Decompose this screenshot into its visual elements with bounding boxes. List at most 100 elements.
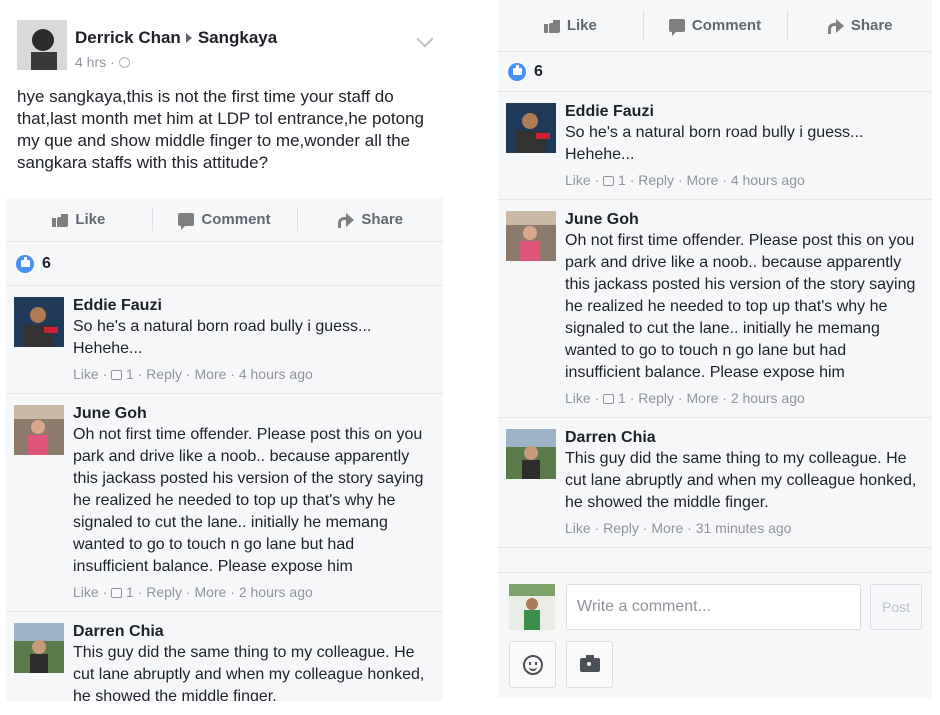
- post-author-name[interactable]: Derrick Chan: [75, 28, 181, 47]
- comment-text: So he's a natural born road bully i gues…: [73, 318, 372, 357]
- comment-button[interactable]: Comment: [642, 0, 788, 51]
- share-label: Share: [850, 17, 893, 34]
- share-label: Share: [361, 211, 404, 228]
- comment-meta: Like · 1 · Reply · More · 4 hours ago: [73, 365, 433, 383]
- post-target-page[interactable]: Sangkaya: [198, 28, 277, 47]
- comment-text: Oh not first time offender. Please post …: [565, 232, 916, 381]
- comment-more-link[interactable]: More ·: [651, 520, 691, 536]
- comment-like-link[interactable]: Like ·: [565, 172, 599, 188]
- commenter-avatar[interactable]: [506, 103, 556, 153]
- comment-more-link[interactable]: More ·: [687, 172, 727, 188]
- thumb-up-icon: [52, 212, 69, 227]
- comment-reply-link[interactable]: Reply ·: [146, 584, 190, 600]
- commenter-name[interactable]: June Goh: [565, 210, 922, 230]
- reaction-count: 6: [42, 254, 51, 272]
- comment-reply-link[interactable]: Reply ·: [146, 366, 190, 382]
- emoji-button[interactable]: [509, 641, 556, 688]
- globe-icon: [118, 57, 130, 68]
- comment-button[interactable]: Comment: [151, 198, 298, 241]
- comment-meta: Like · Reply · More · 31 minutes ago: [565, 519, 922, 537]
- comment-bubble-icon: [668, 19, 685, 36]
- reaction-summary[interactable]: 6: [498, 52, 932, 92]
- comment-meta: Like · 1 · Reply · More · 4 hours ago: [565, 171, 922, 189]
- commenter-avatar[interactable]: [506, 429, 556, 479]
- share-button[interactable]: Share: [297, 198, 443, 241]
- like-label: Like: [566, 17, 597, 34]
- comment-item: Darren Chia This guy did the same thing …: [498, 418, 932, 548]
- comment-like-link[interactable]: Like ·: [73, 584, 107, 600]
- share-arrow-icon: [337, 212, 355, 228]
- commenter-avatar[interactable]: [14, 405, 64, 455]
- comment-time[interactable]: 2 hours ago: [239, 584, 313, 600]
- comment-item: Darren Chia This guy did the same thing …: [6, 612, 443, 701]
- like-button[interactable]: Like: [6, 198, 152, 241]
- comment-like-count: 1 ·: [126, 366, 143, 382]
- comment-like-count: 1 ·: [126, 584, 143, 600]
- commenter-name[interactable]: Eddie Fauzi: [565, 102, 922, 122]
- chevron-down-icon[interactable]: [416, 30, 434, 48]
- comment-time[interactable]: 31 minutes ago: [696, 520, 792, 536]
- comment-like-link[interactable]: Like ·: [565, 390, 599, 406]
- like-button[interactable]: Like: [498, 0, 643, 51]
- like-count-icon: [603, 394, 615, 404]
- comment-reply-link[interactable]: Reply ·: [638, 172, 682, 188]
- reaction-count: 6: [534, 62, 543, 80]
- smiley-icon: [522, 654, 543, 675]
- commenter-name[interactable]: Eddie Fauzi: [73, 296, 433, 316]
- like-count-icon: [111, 370, 123, 380]
- comment-reply-link[interactable]: Reply ·: [638, 390, 682, 406]
- arrow-right-icon: [185, 33, 192, 44]
- comment-bubble-icon: [178, 213, 195, 230]
- like-reaction-icon: [16, 254, 34, 273]
- like-count-icon: [111, 588, 123, 598]
- comment-item: June Goh Oh not first time offender. Ple…: [6, 394, 443, 612]
- right-screenshot: Like Comment Share 6 Eddie Fauzi So he's…: [498, 0, 932, 698]
- reaction-summary[interactable]: 6: [6, 242, 443, 286]
- comment-more-link[interactable]: More ·: [195, 584, 235, 600]
- like-label: Like: [75, 211, 106, 228]
- post-author-avatar[interactable]: [17, 20, 67, 70]
- like-reaction-icon: [508, 62, 526, 81]
- comment-meta: Like · 1 · Reply · More · 2 hours ago: [565, 389, 922, 407]
- camera-icon: [579, 654, 600, 672]
- comment-like-link[interactable]: Like ·: [565, 520, 599, 536]
- comment-reply-link[interactable]: Reply ·: [603, 520, 647, 536]
- comment-time[interactable]: 4 hours ago: [731, 172, 805, 188]
- thumb-up-icon: [543, 18, 560, 33]
- comment-like-link[interactable]: Like ·: [73, 366, 107, 382]
- post-author-line: Derrick Chan Sangkaya: [75, 28, 277, 48]
- comment-label: Comment: [201, 211, 271, 228]
- current-user-avatar: [509, 584, 555, 630]
- like-count-icon: [603, 176, 615, 186]
- comment-item: Eddie Fauzi So he's a natural born road …: [498, 92, 932, 200]
- left-screenshot: Derrick Chan Sangkaya 4 hrs · hye sangkay…: [6, 0, 443, 701]
- comment-time[interactable]: 2 hours ago: [731, 390, 805, 406]
- comment-time[interactable]: 4 hours ago: [239, 366, 313, 382]
- comment-input[interactable]: [566, 584, 861, 630]
- comment-meta: Like · 1 · Reply · More · 2 hours ago: [73, 583, 433, 601]
- post-timestamp: 4 hrs ·: [75, 54, 130, 70]
- post-action-bar: Like Comment Share: [498, 0, 932, 52]
- comment-composer: Post: [498, 572, 932, 698]
- comment-text: So he's a natural born road bully i gues…: [565, 124, 864, 163]
- share-arrow-icon: [827, 18, 844, 34]
- commenter-avatar[interactable]: [14, 297, 64, 347]
- comment-more-link[interactable]: More ·: [195, 366, 235, 382]
- commenter-avatar[interactable]: [506, 211, 556, 261]
- comment-like-count: 1 ·: [618, 390, 635, 406]
- post-button[interactable]: Post: [870, 584, 922, 630]
- post-time[interactable]: 4 hrs ·: [75, 54, 115, 70]
- comment-text: Oh not first time offender. Please post …: [73, 426, 424, 575]
- comment-label: Comment: [691, 17, 762, 34]
- photo-button[interactable]: [566, 641, 613, 688]
- comment-text: This guy did the same thing to my collea…: [73, 644, 425, 701]
- commenter-name[interactable]: June Goh: [73, 404, 433, 424]
- commenter-name[interactable]: Darren Chia: [73, 622, 433, 642]
- share-button[interactable]: Share: [787, 0, 932, 51]
- commenter-avatar[interactable]: [14, 623, 64, 673]
- comment-text: This guy did the same thing to my collea…: [565, 450, 917, 511]
- post-header: Derrick Chan Sangkaya 4 hrs · hye sangkay…: [6, 0, 443, 198]
- comment-item: June Goh Oh not first time offender. Ple…: [498, 200, 932, 418]
- commenter-name[interactable]: Darren Chia: [565, 428, 922, 448]
- comment-more-link[interactable]: More ·: [687, 390, 727, 406]
